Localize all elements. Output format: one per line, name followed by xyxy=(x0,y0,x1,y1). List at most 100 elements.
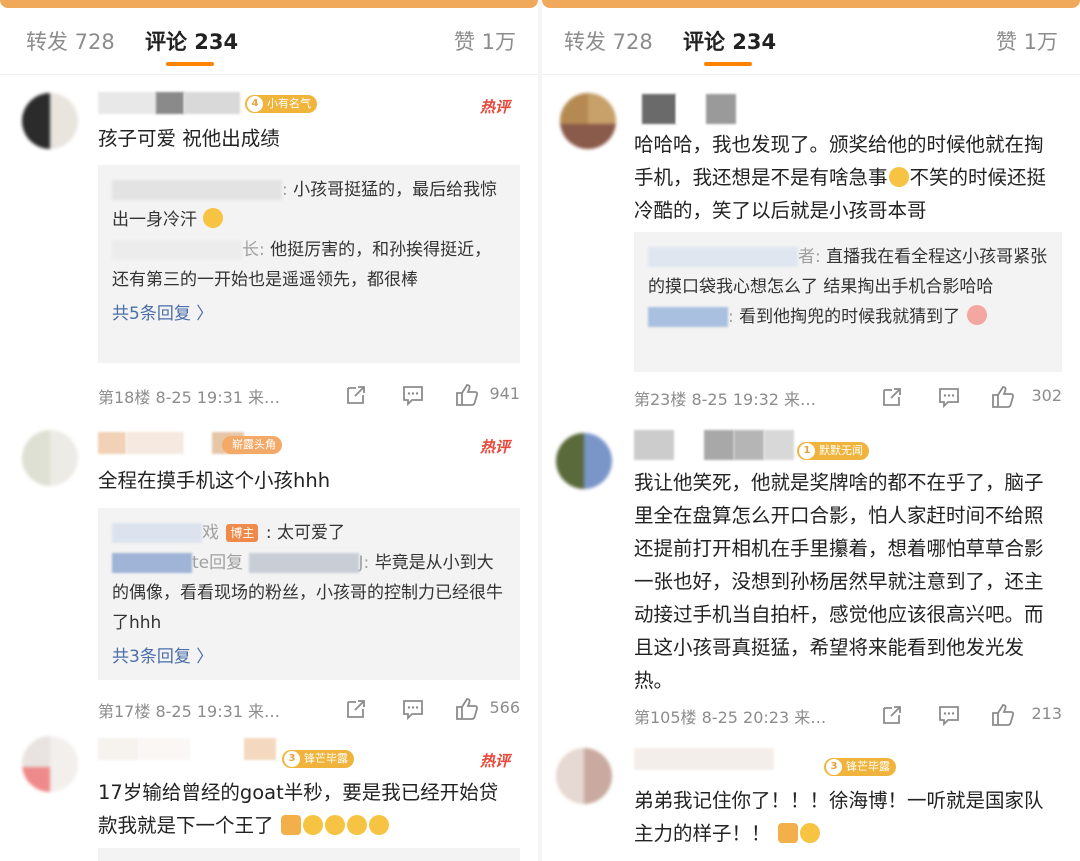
reply-author-redacted xyxy=(248,553,359,573)
reply-author[interactable]: 戏 xyxy=(202,523,219,543)
share-icon[interactable] xyxy=(879,384,905,410)
hot-comment-tag: 热评 xyxy=(479,98,510,116)
like-thumb-icon[interactable] xyxy=(454,696,480,722)
comment-footer: 第105楼 8-25 20:23 来… 213 xyxy=(634,700,1062,730)
avatar[interactable] xyxy=(22,430,78,486)
reply-item: : 小孩哥挺猛的，最后给我惊出一身冷汗 xyxy=(112,175,506,235)
flex-arm-emoji-icon xyxy=(280,815,301,835)
avatar[interactable] xyxy=(560,93,616,149)
comment-text: 我让他笑死，他就是奖牌啥的都不在乎了，脑子里全在盘算怎么开口合影，怕人家赶时间不… xyxy=(634,471,1044,692)
left-panel: 转发 728 评论 234 赞 1万 4 小有名气 热评 孩子可爱 祝他出成绩 … xyxy=(0,0,538,861)
share-icon[interactable] xyxy=(343,382,369,408)
comment-meta: 第23楼 8-25 19:32 来… xyxy=(634,390,817,409)
top-accent-bar xyxy=(0,0,538,8)
user-badge: 崭露头角 xyxy=(222,436,282,454)
badge-level: 1 xyxy=(799,443,815,459)
comment-text: 17岁输给曾经的goat半秒，要是我已经开始贷款我就是下一个王了 xyxy=(98,776,516,842)
badge-label: 锋芒毕露 xyxy=(846,760,890,773)
reply-author-redacted xyxy=(112,180,282,200)
comment-icon[interactable] xyxy=(936,702,962,728)
comment-icon[interactable] xyxy=(400,696,426,722)
tab-like[interactable]: 赞 1万 xyxy=(454,26,516,56)
like-count: 941 xyxy=(489,384,520,403)
reply-box[interactable]: 者: 直播我在看全程这小孩哥紧张的摸口袋我心想怎么了 结果掏出手机合影哈哈 : … xyxy=(634,232,1062,372)
comment-text: 弟弟我记住你了！！！徐海博！一听就是国家队主力的样子！！ xyxy=(634,784,1058,850)
comment-text: 哈哈哈，我也发现了。颁奖给他的时候他就在掏手机，我还想是不是有啥急事 不笑的时候还… xyxy=(634,128,1058,227)
like-thumb-icon[interactable] xyxy=(990,702,1016,728)
comment-item: 哈哈哈，我也发现了。颁奖给他的时候他就在掏手机，我还想是不是有啥急事 不笑的时候还… xyxy=(542,90,1080,420)
doge-emoji-icon xyxy=(368,815,389,835)
reply-item: : 看到他掏兜的时候我就猜到了 xyxy=(648,302,1048,332)
avatar[interactable] xyxy=(556,433,612,489)
more-replies-link[interactable]: 共3条回复 〉 xyxy=(112,642,506,672)
reply-author[interactable]: J: xyxy=(359,553,370,573)
reply-author[interactable]: : xyxy=(282,180,288,200)
user-badge: 3 锋芒毕露 xyxy=(824,758,896,776)
avatar[interactable] xyxy=(556,748,612,804)
like-count: 566 xyxy=(489,698,520,717)
share-icon[interactable] xyxy=(879,702,905,728)
reply-author-redacted xyxy=(112,240,242,260)
reply-author[interactable]: 长: xyxy=(242,240,265,260)
top-accent-bar xyxy=(542,0,1080,8)
more-replies-link[interactable]: 共5条回复 〉 xyxy=(112,299,506,329)
badge-level: 3 xyxy=(826,759,842,775)
reply-author-redacted xyxy=(112,553,192,573)
avatar[interactable] xyxy=(22,93,78,149)
reply-item: 戏 博主 : 太可爱了 xyxy=(112,518,506,548)
laugh-emoji-icon xyxy=(203,208,224,228)
comment-icon[interactable] xyxy=(400,382,426,408)
tab-like[interactable]: 赞 1万 xyxy=(996,26,1058,56)
tab-underline xyxy=(704,62,752,66)
badge-label: 锋芒毕露 xyxy=(304,752,348,765)
reply-box[interactable]: 戏 博主 : 太可爱了 te回复 J: 毕竟是从小到大的偶像，看看现场的粉丝，小… xyxy=(98,508,520,680)
doge-emoji-icon xyxy=(302,815,323,835)
like-count: 213 xyxy=(1031,704,1062,723)
comment-footer: 第18楼 8-25 19:31 来… 941 xyxy=(98,380,520,410)
comment-text: 全程在摸手机这个小孩hhh xyxy=(98,469,331,492)
divider xyxy=(0,74,538,75)
like-thumb-icon[interactable] xyxy=(454,382,480,408)
share-icon[interactable] xyxy=(343,696,369,722)
reply-box[interactable]: : 小孩哥挺猛的，最后给我惊出一身冷汗 长: 他挺厉害的，和孙挨得挺近，还有第三… xyxy=(98,165,520,363)
reply-author-redacted xyxy=(648,247,798,267)
reply-author[interactable]: te回复 xyxy=(192,553,243,573)
comment-item: 崭露头角 热评 全程在摸手机这个小孩hhh 戏 博主 : 太可爱了 te回复 J… xyxy=(0,430,538,730)
reply-author-redacted xyxy=(112,523,202,543)
like-thumb-icon[interactable] xyxy=(990,384,1016,410)
badge-label: 崭露头角 xyxy=(232,438,276,451)
laugh-emoji-icon xyxy=(888,167,909,187)
reply-author[interactable]: : xyxy=(728,307,734,327)
tab-forward[interactable]: 转发 728 xyxy=(564,26,653,56)
badge-level: 3 xyxy=(284,751,300,767)
reply-item: 长: 他挺厉害的，和孙挨得挺近，还有第三的一开始也是遥遥领先，都很棒 xyxy=(112,235,506,295)
user-badge: 1 默默无闻 xyxy=(797,442,869,460)
comment-meta: 第105楼 8-25 20:23 来… xyxy=(634,708,827,727)
host-tag: 博主 xyxy=(226,524,259,542)
tab-underline xyxy=(166,62,214,66)
like-count: 302 xyxy=(1031,386,1062,405)
badge-label: 默默无闻 xyxy=(819,444,863,457)
reply-box[interactable] xyxy=(98,848,520,861)
comment-footer: 第23楼 8-25 19:32 来… 302 xyxy=(634,382,1062,412)
reply-author[interactable]: 者: xyxy=(798,247,821,267)
doge-emoji-icon xyxy=(346,815,367,835)
reply-item: 者: 直播我在看全程这小孩哥紧张的摸口袋我心想怎么了 结果掏出手机合影哈哈 xyxy=(648,242,1048,302)
flex-arm-emoji-icon xyxy=(777,823,798,843)
avatar[interactable] xyxy=(22,736,78,792)
emoji-icon xyxy=(966,305,987,325)
reply-author-redacted xyxy=(648,307,728,327)
comment-item: 3 锋芒毕露 热评 17岁输给曾经的goat半秒，要是我已经开始贷款我就是下一个… xyxy=(0,736,538,861)
comment-item: 4 小有名气 热评 孩子可爱 祝他出成绩 : 小孩哥挺猛的，最后给我惊出一身冷汗… xyxy=(0,88,538,418)
comment-icon[interactable] xyxy=(936,384,962,410)
doge-emoji-icon xyxy=(324,815,345,835)
badge-level: 4 xyxy=(247,96,263,112)
comment-meta: 第17楼 8-25 19:31 来… xyxy=(98,702,281,721)
right-panel: 转发 728 评论 234 赞 1万 哈哈哈，我也发现了。颁奖给他的时候他就在掏… xyxy=(542,0,1080,861)
reply-text: 看到他掏兜的时候我就猜到了 xyxy=(739,307,961,327)
tab-bar: 转发 728 评论 234 赞 1万 xyxy=(0,8,538,74)
comment-text-body: 弟弟我记住你了！！！徐海博！一听就是国家队主力的样子！！ xyxy=(634,789,1044,845)
tab-forward[interactable]: 转发 728 xyxy=(26,26,115,56)
hot-comment-tag: 热评 xyxy=(479,438,510,456)
comment-item: 3 锋芒毕露 弟弟我记住你了！！！徐海博！一听就是国家队主力的样子！！ xyxy=(542,748,1080,861)
